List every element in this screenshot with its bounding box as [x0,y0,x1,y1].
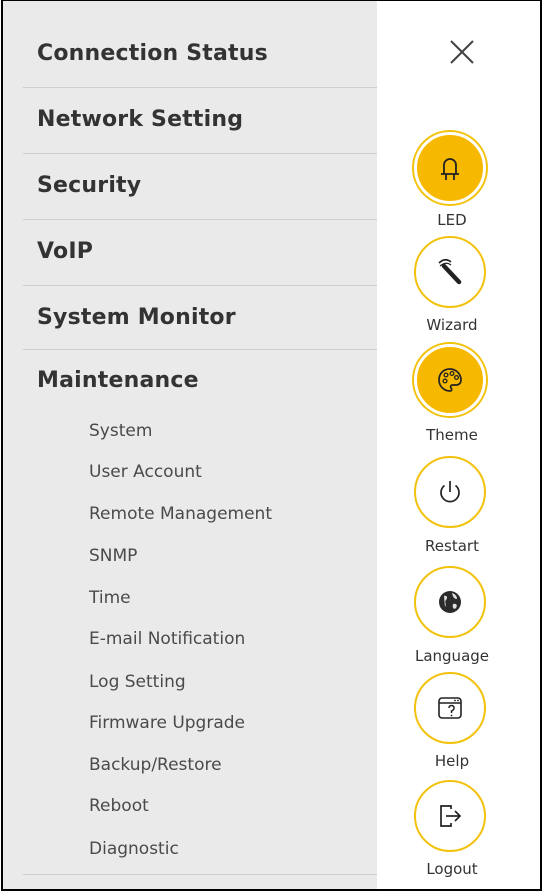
submenu-item-backup-restore[interactable]: Backup/Restore [89,755,222,775]
led-button-circle [414,132,486,204]
close-icon[interactable] [448,38,476,66]
help-label: Help [434,752,470,770]
submenu-item-system[interactable]: System [89,421,152,441]
restart-button-circle [414,456,486,528]
submenu-item-snmp[interactable]: SNMP [89,546,137,566]
submenu-item-time[interactable]: Time [89,588,131,608]
submenu-item-log-setting[interactable]: Log Setting [89,672,186,692]
wizard-label: Wizard [426,316,478,334]
led-label: LED [437,211,467,229]
wizard-button[interactable] [414,236,490,312]
wizard-button-circle [414,236,486,308]
theme-palette-icon [438,368,462,392]
submenu-item-firmware-upgrade[interactable]: Firmware Upgrade [89,713,245,733]
theme-label: Theme [426,426,478,444]
logout-button[interactable] [414,780,490,856]
help-icon [438,697,462,719]
wizard-icon [438,258,462,285]
restart-label: Restart [425,537,479,555]
submenu-item-reboot[interactable]: Reboot [89,796,149,816]
menu-item-voip[interactable]: VoIP [37,239,93,264]
language-button-circle [414,566,486,638]
submenu-item-user-account[interactable]: User Account [89,462,202,482]
menu-item-system-monitor[interactable]: System Monitor [37,305,236,330]
submenu-item-diagnostic[interactable]: Diagnostic [89,839,179,859]
logout-icon [440,805,462,827]
redacted-area [480,44,528,64]
menu-divider [23,874,377,875]
main-menu: Connection Status Network Setting Securi… [3,1,377,889]
menu-item-connection-status[interactable]: Connection Status [37,41,268,66]
help-button-circle [414,672,486,744]
led-icon [441,158,459,180]
language-button[interactable] [414,566,490,642]
menu-item-maintenance[interactable]: Maintenance [37,368,199,393]
help-button[interactable] [414,672,490,748]
logout-button-circle [414,780,486,852]
submenu-item-email-notification[interactable]: E-mail Notification [89,629,245,649]
menu-item-network-setting[interactable]: Network Setting [37,107,243,132]
theme-button-circle [414,344,486,416]
led-button[interactable] [414,132,490,208]
language-label: Language [414,647,490,665]
restart-button[interactable] [414,456,490,532]
globe-icon [439,591,461,613]
power-icon [440,481,460,503]
logout-label: Logout [426,860,478,878]
submenu-item-remote-management[interactable]: Remote Management [89,504,272,524]
menu-item-security[interactable]: Security [37,173,141,198]
theme-button[interactable] [414,344,490,420]
